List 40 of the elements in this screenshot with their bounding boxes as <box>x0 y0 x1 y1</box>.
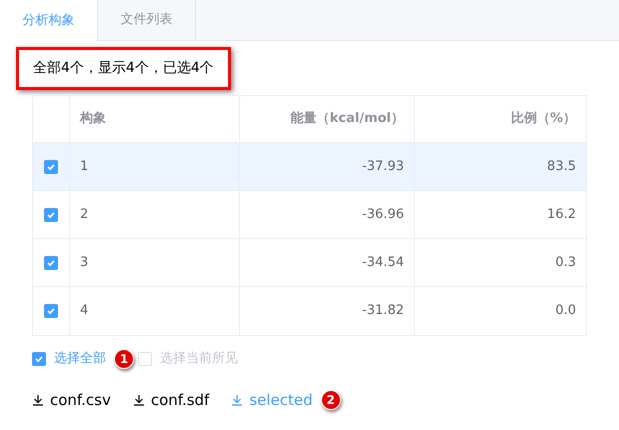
download-link[interactable]: conf.csv <box>32 389 111 412</box>
table-cell: 2 <box>70 191 240 238</box>
check-icon <box>46 210 56 220</box>
check-icon <box>46 162 56 172</box>
download-icon <box>132 394 145 406</box>
table-cell: 3 <box>70 239 240 286</box>
annotation-badge: 1 <box>114 349 134 369</box>
table-cell: -37.93 <box>240 143 415 190</box>
table-cell-text: 16.2 <box>546 206 577 224</box>
table-row[interactable]: 2 -36.96 16.2 <box>33 191 586 239</box>
table-cell-text: 0.3 <box>554 254 577 272</box>
check-icon <box>46 258 56 268</box>
download-icon <box>32 394 44 406</box>
table-cell: -31.82 <box>240 287 415 335</box>
check-icon <box>34 354 44 364</box>
table-row[interactable]: 3 -34.54 0.3 <box>33 239 586 287</box>
table-row[interactable]: 1 -37.93 83.5 <box>33 143 586 191</box>
column-header: 构象 <box>70 96 240 142</box>
download-link[interactable]: selected <box>231 389 313 412</box>
checkbox[interactable] <box>44 304 58 318</box>
tab[interactable]: 分析构象 <box>0 0 98 42</box>
checkbox[interactable] <box>44 160 58 174</box>
download-link[interactable]: conf.sdf <box>132 389 210 412</box>
table-cell: -34.54 <box>240 239 415 286</box>
checkbox-label[interactable]: 选择全部 <box>54 349 106 369</box>
table-cell: 4 <box>70 287 240 335</box>
check-icon <box>46 306 56 316</box>
table-cell-text: 83.5 <box>546 158 577 176</box>
download-icon <box>231 394 244 406</box>
table-cell: -36.96 <box>240 191 415 238</box>
column-header: 能量（kcal/mol） <box>240 96 415 142</box>
column-header: 比例（%） <box>510 110 577 128</box>
checkbox[interactable] <box>44 256 58 270</box>
checkbox[interactable] <box>32 352 46 366</box>
tab[interactable]: 文件列表 <box>98 0 196 40</box>
annotation-badge: 2 <box>320 390 341 410</box>
checkbox[interactable] <box>44 208 58 222</box>
summary-text: 全部4个，显示4个，已选4个 <box>16 47 231 90</box>
table-cell-text: 0.0 <box>554 302 577 320</box>
table-cell: 1 <box>70 143 240 190</box>
